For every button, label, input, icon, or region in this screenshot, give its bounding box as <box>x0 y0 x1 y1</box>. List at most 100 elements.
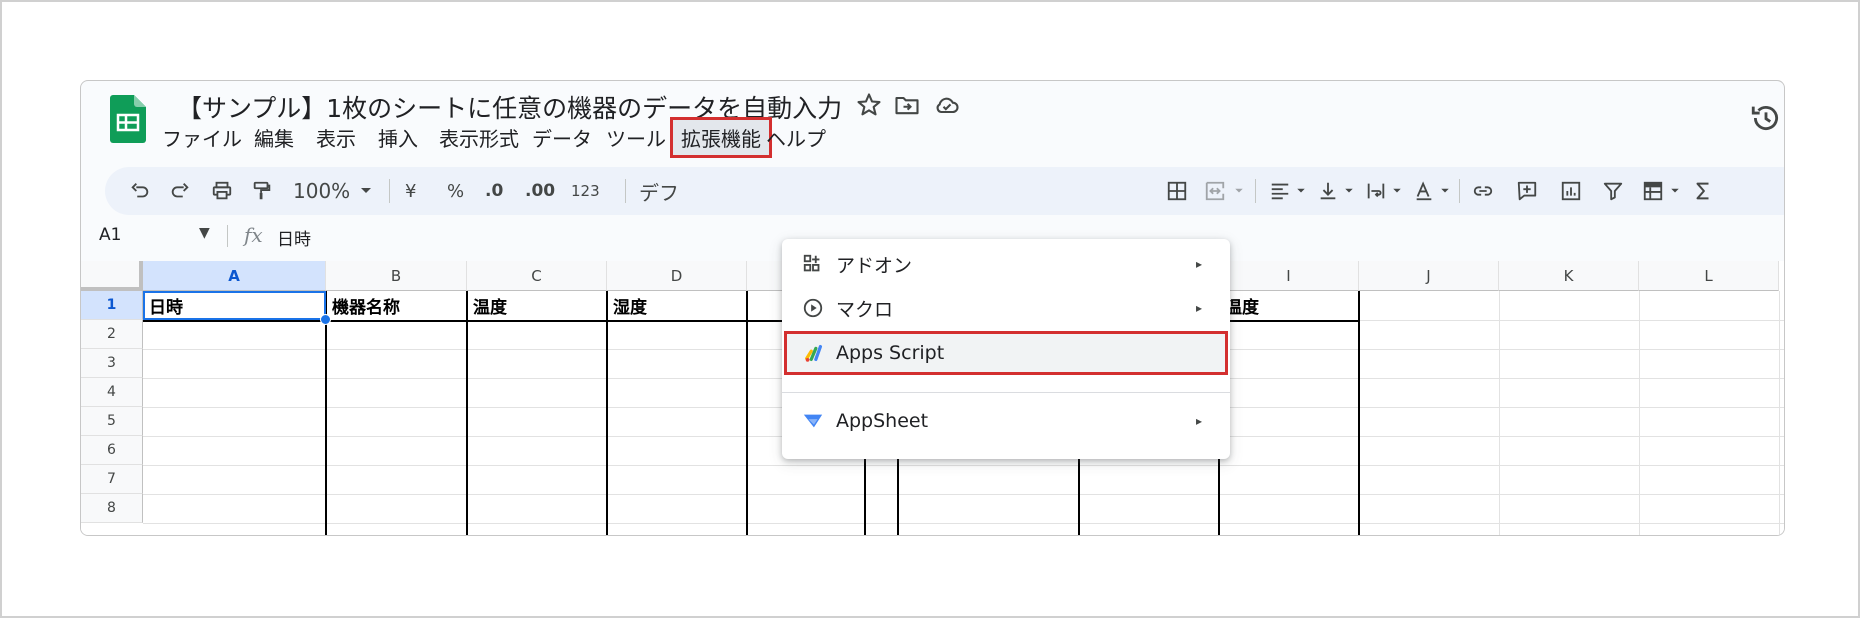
toolbar-separator <box>625 179 626 203</box>
zoom-caret-icon[interactable] <box>359 179 373 203</box>
gridline <box>143 523 1784 524</box>
gridline <box>1639 291 1640 535</box>
sheets-logo-icon[interactable] <box>110 95 146 143</box>
column-header-b[interactable]: B <box>326 261 467 291</box>
row-header-7[interactable]: 7 <box>81 465 143 494</box>
cell-border <box>325 291 327 535</box>
align-caret-icon[interactable] <box>1295 179 1307 203</box>
macro-play-icon <box>802 297 824 319</box>
formula-input[interactable]: 日時 <box>277 225 311 250</box>
menu-file[interactable]: ファイル <box>156 121 248 154</box>
menu-tools[interactable]: ツール <box>600 121 672 154</box>
name-box[interactable]: A1 <box>99 225 121 245</box>
merge-cells-icon[interactable] <box>1201 179 1229 203</box>
toolbar-separator <box>1459 179 1460 203</box>
sheets-window: 【サンプル】1枚のシートに任意の機器のデータを自動入力 ファイル 編集 表示 挿… <box>80 80 1785 536</box>
column-header-i[interactable]: I <box>1219 261 1359 291</box>
row-header-1[interactable]: 1 <box>81 291 143 320</box>
column-header-l[interactable]: L <box>1639 261 1779 291</box>
column-header-j[interactable]: J <box>1359 261 1499 291</box>
gridline <box>143 494 1784 495</box>
text-rotation-icon[interactable] <box>1411 179 1437 203</box>
font-select[interactable]: デフ <box>639 179 679 205</box>
toolbar-separator <box>389 179 390 203</box>
cell-b1[interactable]: 機器名称 <box>332 293 400 318</box>
star-icon[interactable] <box>855 91 883 119</box>
dropdown-item-macros[interactable]: マクロ ▸ <box>782 286 1230 330</box>
functions-icon[interactable] <box>1691 179 1715 203</box>
select-all-corner[interactable] <box>81 261 143 291</box>
menu-edit[interactable]: 編集 <box>248 121 300 154</box>
cell-d1[interactable]: 湿度 <box>613 293 647 318</box>
add-on-icon <box>802 253 824 275</box>
name-box-caret-icon[interactable]: ▼ <box>199 225 210 241</box>
cell-c1[interactable]: 温度 <box>473 293 507 318</box>
dropdown-item-appsheet[interactable]: AppSheet ▸ <box>782 399 1230 443</box>
row-header-4[interactable]: 4 <box>81 378 143 407</box>
move-folder-icon[interactable] <box>893 91 921 119</box>
redo-icon[interactable] <box>167 179 193 203</box>
extensions-dropdown-menu: アドオン ▸ マクロ ▸ Apps Script AppSheet ▸ <box>782 239 1230 459</box>
number-format-button[interactable]: 123 <box>571 179 600 203</box>
wrap-caret-icon[interactable] <box>1391 179 1403 203</box>
paint-format-icon[interactable] <box>249 179 275 203</box>
insert-comment-icon[interactable] <box>1513 179 1541 203</box>
undo-icon[interactable] <box>127 179 153 203</box>
cloud-saved-icon[interactable] <box>933 91 961 119</box>
menu-help[interactable]: ヘルプ <box>760 121 832 154</box>
rotation-caret-icon[interactable] <box>1439 179 1451 203</box>
cell-i1[interactable]: 温度 <box>1225 293 1259 318</box>
zoom-select[interactable]: 100% <box>293 179 350 203</box>
cell-border <box>1358 291 1360 535</box>
menu-view[interactable]: 表示 <box>310 121 362 154</box>
dropdown-item-label: AppSheet <box>836 410 929 432</box>
column-header-a[interactable]: A <box>143 261 326 291</box>
row-header-2[interactable]: 2 <box>81 320 143 349</box>
cell-border <box>606 291 608 535</box>
valign-caret-icon[interactable] <box>1343 179 1355 203</box>
version-history-icon[interactable] <box>1749 101 1783 135</box>
row-header-8[interactable]: 8 <box>81 494 143 523</box>
gridline <box>1499 291 1500 535</box>
filter-views-icon[interactable] <box>1639 179 1667 203</box>
gridline <box>1359 320 1784 321</box>
percent-format-button[interactable]: % <box>447 179 464 203</box>
insert-link-icon[interactable] <box>1469 179 1497 203</box>
cell-border <box>466 291 468 535</box>
active-cell-selection <box>143 291 326 320</box>
text-wrap-icon[interactable] <box>1363 179 1389 203</box>
column-header-d[interactable]: D <box>607 261 747 291</box>
dropdown-item-label: マクロ <box>836 298 894 321</box>
submenu-arrow-icon: ▸ <box>1196 257 1203 271</box>
insert-chart-icon[interactable] <box>1557 179 1585 203</box>
appsheet-icon <box>802 410 824 432</box>
borders-icon[interactable] <box>1163 179 1191 203</box>
menu-data[interactable]: データ <box>526 121 598 154</box>
toolbar-separator <box>1255 179 1256 203</box>
filter-icon[interactable] <box>1599 179 1627 203</box>
row-header-3[interactable]: 3 <box>81 349 143 378</box>
row-header-6[interactable]: 6 <box>81 436 143 465</box>
menu-extensions[interactable]: 拡張機能 <box>670 117 772 158</box>
filter-views-caret-icon[interactable] <box>1669 179 1681 203</box>
currency-format-button[interactable]: ¥ <box>405 179 416 203</box>
vertical-align-icon[interactable] <box>1315 179 1341 203</box>
horizontal-align-icon[interactable] <box>1267 179 1293 203</box>
dropdown-item-addons[interactable]: アドオン ▸ <box>782 242 1230 286</box>
menu-format[interactable]: 表示形式 <box>433 121 525 154</box>
row-header-5[interactable]: 5 <box>81 407 143 436</box>
fill-handle[interactable] <box>320 314 331 325</box>
apps-script-icon <box>802 342 824 364</box>
print-icon[interactable] <box>209 179 235 203</box>
decrease-decimal-button[interactable]: .0 <box>485 179 503 203</box>
merge-caret-icon[interactable] <box>1233 179 1245 203</box>
increase-decimal-button[interactable]: .00 <box>525 179 555 203</box>
column-header-k[interactable]: K <box>1499 261 1639 291</box>
fx-icon: fx <box>244 223 263 247</box>
toolbar: 100% ¥ % .0 .00 123 デフ <box>105 167 1784 215</box>
column-header-c[interactable]: C <box>467 261 607 291</box>
cell-border <box>746 291 748 535</box>
submenu-arrow-icon: ▸ <box>1196 414 1203 428</box>
dropdown-item-apps-script[interactable]: Apps Script <box>784 331 1228 375</box>
menu-insert[interactable]: 挿入 <box>372 121 424 154</box>
